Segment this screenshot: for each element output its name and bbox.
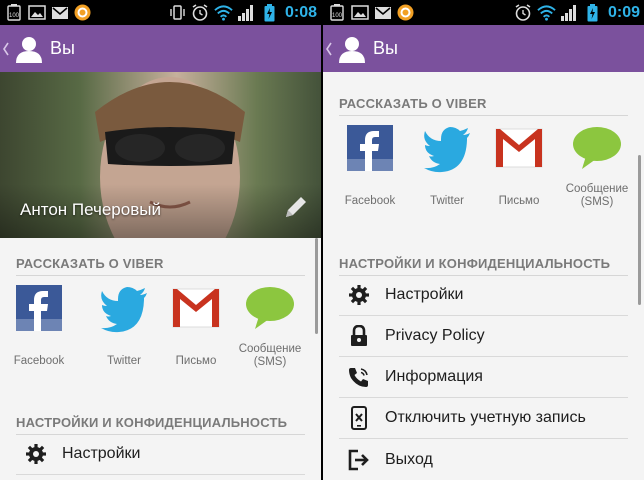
share-label: Сообщение (SMS) [238, 343, 302, 368]
share-label: Facebook [344, 195, 396, 207]
svg-text:100: 100 [8, 13, 19, 19]
share-label: Twitter [107, 355, 141, 367]
battery-charging-icon [583, 3, 602, 21]
app-header: Вы [0, 25, 321, 72]
share-facebook[interactable]: Facebook [334, 123, 406, 208]
profile-name: Антон Печеровый [20, 200, 161, 219]
share-twitter[interactable]: Twitter [411, 123, 483, 208]
status-time: 0:09 [607, 3, 640, 21]
gmail-icon [495, 128, 543, 168]
lock-icon [347, 324, 371, 348]
menu-label: Настройки [385, 286, 464, 303]
page-title: Вы [373, 38, 398, 58]
user-avatar-icon[interactable] [14, 34, 44, 64]
phone-screen-right: 100 0:09 Вы РАССКАЗАТЬ О VIBER Facebook … [323, 0, 644, 480]
exit-icon [347, 448, 371, 472]
share-label: Сообщение (SMS) [565, 183, 629, 208]
profile-photo[interactable]: Антон Печеровый [0, 72, 321, 238]
share-label: Письмо [498, 195, 540, 207]
wifi-icon [537, 4, 556, 21]
wifi-icon [214, 4, 233, 21]
user-avatar-icon[interactable] [337, 34, 367, 64]
settings-section-title: НАСТРОЙКИ И КОНФИДЕНЦИАЛЬНОСТЬ [16, 415, 305, 435]
app-header: Вы [323, 25, 644, 72]
back-chevron-icon[interactable] [325, 39, 335, 59]
svg-text:100: 100 [331, 13, 342, 19]
menu-item-deactivate[interactable]: Отключить учетную запись [339, 398, 628, 439]
share-section-title: РАССКАЗАТЬ О VIBER [339, 96, 628, 116]
share-email[interactable]: Письмо [483, 123, 555, 208]
gmail-notification-icon [373, 4, 392, 21]
menu-item-privacy-policy[interactable]: Privacy Policy [339, 316, 628, 357]
signal-icon [560, 4, 579, 21]
share-section-title: РАССКАЗАТЬ О VIBER [16, 256, 305, 276]
share-facebook[interactable]: Facebook [3, 283, 75, 368]
gmail-notification-icon [50, 4, 69, 21]
phone-call-icon [347, 365, 371, 389]
orange-app-icon [73, 4, 92, 21]
menu-item-settings[interactable]: Настройки [339, 275, 628, 316]
share-label: Письмо [175, 355, 217, 367]
image-icon [27, 4, 46, 21]
share-options: Facebook Twitter Письмо Сообщение (SMS) [14, 283, 313, 383]
alarm-icon [191, 4, 210, 21]
sms-bubble-icon [246, 287, 294, 329]
phone-screen-left: 100 0:08 Вы Антон Печеровый РАССКАЗАТЬ О… [0, 0, 321, 480]
share-email[interactable]: Письмо [160, 283, 232, 368]
battery-notification-icon: 100 [327, 4, 346, 21]
menu-label: Privacy Policy [385, 327, 485, 344]
sms-bubble-icon [573, 127, 621, 169]
status-bar: 100 0:09 [323, 0, 644, 25]
menu-item-info[interactable]: Информация [339, 357, 628, 398]
image-icon [350, 4, 369, 21]
menu-item-settings[interactable]: Настройки [16, 434, 305, 475]
deactivate-phone-icon [347, 406, 371, 430]
share-label: Twitter [430, 195, 464, 207]
share-options: Facebook Twitter Письмо Сообщение (SMS) [339, 123, 636, 223]
scrollbar[interactable] [638, 155, 641, 305]
battery-notification-icon: 100 [4, 4, 23, 21]
status-bar: 100 0:08 [0, 0, 321, 25]
share-sms[interactable]: Сообщение (SMS) [561, 123, 633, 209]
facebook-icon [347, 125, 393, 171]
menu-label: Настройки [62, 445, 141, 462]
page-title: Вы [50, 38, 75, 58]
scrollbar[interactable] [315, 238, 318, 334]
back-chevron-icon[interactable] [2, 39, 12, 59]
alarm-icon [514, 4, 533, 21]
menu-item-exit[interactable]: Выход [339, 439, 628, 480]
signal-icon [237, 4, 256, 21]
share-label: Facebook [13, 355, 65, 367]
vibrate-icon [168, 4, 187, 21]
settings-section-title: НАСТРОЙКИ И КОНФИДЕНЦИАЛЬНОСТЬ [339, 256, 628, 276]
share-twitter[interactable]: Twitter [88, 283, 160, 368]
gear-icon [347, 283, 371, 307]
share-sms[interactable]: Сообщение (SMS) [234, 283, 306, 369]
menu-label: Отключить учетную запись [385, 409, 586, 426]
twitter-bird-icon [101, 287, 147, 333]
twitter-bird-icon [424, 127, 470, 173]
edit-pencil-icon[interactable] [282, 193, 310, 221]
menu-label: Выход [385, 450, 433, 468]
gmail-icon [172, 288, 220, 328]
facebook-icon [16, 285, 62, 331]
orange-app-icon [396, 4, 415, 21]
gear-icon [24, 442, 48, 466]
menu-label: Информация [385, 368, 483, 385]
status-time: 0:08 [284, 3, 317, 21]
battery-charging-icon [260, 3, 279, 21]
